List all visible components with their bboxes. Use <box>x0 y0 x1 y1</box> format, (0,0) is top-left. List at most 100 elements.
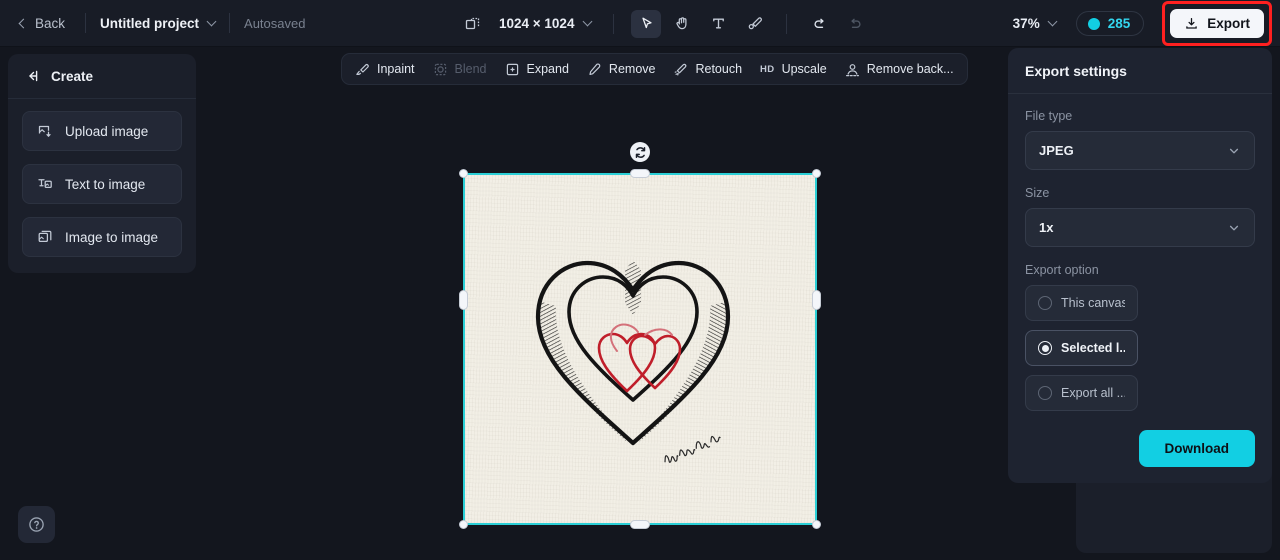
rotate-icon <box>635 146 645 158</box>
action-upscale[interactable]: HD Upscale <box>751 56 836 82</box>
credit-coin-icon <box>1087 17 1100 30</box>
zoom-dropdown[interactable]: 37% <box>1007 11 1062 36</box>
export-button[interactable]: Export <box>1170 9 1264 38</box>
export-option-this-canvas[interactable]: This canvas <box>1025 285 1138 321</box>
collapse-panel-icon <box>29 70 38 82</box>
download-row: Download <box>1025 430 1255 467</box>
size-value: 1x <box>1039 220 1054 235</box>
top-bar-right: 37% 285 Export <box>1007 0 1280 47</box>
project-name[interactable]: Untitled project <box>100 16 199 31</box>
action-label: Retouch <box>695 62 743 76</box>
upload-image-icon <box>38 125 51 137</box>
back-button[interactable]: Back <box>14 11 71 36</box>
resize-handle-top-left[interactable] <box>459 169 468 178</box>
export-option-selected-layer[interactable]: Selected l... <box>1025 330 1138 366</box>
text-tool[interactable] <box>703 10 733 38</box>
inpaint-icon <box>356 63 369 75</box>
export-option-export-all[interactable]: Export all ... <box>1025 375 1138 411</box>
export-settings-panel: Export settings File type JPEG Size 1x E… <box>1008 48 1272 483</box>
select-tool[interactable] <box>631 9 662 38</box>
size-label: Size <box>1025 186 1050 200</box>
export-option-label: Export option <box>1025 263 1099 277</box>
action-label: Inpaint <box>377 62 415 76</box>
resize-handle-top[interactable] <box>630 169 650 178</box>
resize-handle-bottom[interactable] <box>630 520 650 529</box>
credits-badge[interactable]: 285 <box>1075 11 1145 36</box>
file-type-select[interactable]: JPEG <box>1025 131 1255 170</box>
action-inpaint[interactable]: Inpaint <box>346 56 424 83</box>
canvas-size-dropdown[interactable]: 1024 × 1024 <box>491 11 599 36</box>
sidebar-item-label: Text to image <box>65 176 146 192</box>
action-remove-background[interactable]: Remove back... <box>836 56 963 83</box>
frame-icon[interactable] <box>458 10 488 38</box>
resize-handle-right[interactable] <box>812 290 821 310</box>
export-option-label-text: Export all ... <box>1061 386 1125 400</box>
sidebar-item-image-to-image[interactable]: Image to image <box>22 217 182 257</box>
blend-icon <box>434 63 446 75</box>
action-blend: Blend <box>424 56 496 83</box>
chevron-down-icon <box>1047 16 1058 27</box>
action-label: Expand <box>526 62 569 76</box>
size-select[interactable]: 1x <box>1025 208 1255 247</box>
selected-layer-frame[interactable] <box>463 173 817 525</box>
export-option-group: This canvas Selected l... Export all ... <box>1025 285 1255 411</box>
chevron-down-icon[interactable] <box>206 16 217 26</box>
action-label: Remove <box>608 62 656 76</box>
sidebar-item-upload-image[interactable]: Upload image <box>22 111 182 151</box>
rotate-handle[interactable] <box>630 142 650 162</box>
radio-icon-selected <box>1038 341 1052 355</box>
action-label: Upscale <box>781 62 827 76</box>
chevron-left-icon <box>18 18 29 28</box>
resize-handle-bottom-right[interactable] <box>812 520 821 529</box>
help-button[interactable] <box>18 506 55 543</box>
export-panel-body: File type JPEG Size 1x Export option Thi… <box>1008 94 1272 467</box>
export-label: Export <box>1207 16 1250 31</box>
hand-tool[interactable] <box>667 10 697 38</box>
download-button[interactable]: Download <box>1138 430 1255 467</box>
expand-icon <box>506 63 518 75</box>
export-option-label-text: Selected l... <box>1061 341 1125 355</box>
image-to-image-icon <box>38 230 52 243</box>
divider <box>85 13 87 33</box>
canvas-size-value: 1024 × 1024 <box>499 16 575 31</box>
action-expand[interactable]: Expand <box>496 56 578 83</box>
retouch-icon <box>675 63 687 76</box>
export-button-highlight: Export <box>1162 1 1272 46</box>
chevron-down-icon <box>1229 225 1239 230</box>
resize-handle-top-right[interactable] <box>812 169 821 178</box>
radio-icon <box>1038 386 1052 400</box>
undo-button[interactable] <box>804 10 834 38</box>
export-option-label-text: This canvas <box>1061 296 1125 310</box>
resize-handle-left[interactable] <box>459 290 468 310</box>
sidebar-item-label: Upload image <box>65 123 149 139</box>
create-sidebar: Create Upload image Text to image Image … <box>8 54 196 273</box>
zoom-level: 37% <box>1012 16 1040 31</box>
chevron-down-icon <box>583 16 593 27</box>
export-panel-title: Export settings <box>1025 63 1127 79</box>
top-bar-left: Back Untitled project Autosaved <box>0 11 305 36</box>
back-label: Back <box>35 15 66 31</box>
file-type-label: File type <box>1025 109 1073 123</box>
sidebar-title: Create <box>51 68 94 84</box>
autosaved-status: Autosaved <box>244 15 306 31</box>
divider <box>786 13 788 34</box>
action-label: Blend <box>454 62 487 76</box>
action-remove[interactable]: Remove <box>578 56 665 83</box>
top-bar-center: 1024 × 1024 <box>455 0 873 47</box>
hd-upscale-icon: HD <box>760 63 775 75</box>
sidebar-item-label: Image to image <box>65 229 159 245</box>
resize-handle-bottom-left[interactable] <box>459 520 468 529</box>
divider <box>613 13 615 34</box>
redo-button[interactable] <box>840 10 870 38</box>
help-question-icon <box>29 517 44 532</box>
image-editor-app: Back Untitled project Autosaved 1024 × 1… <box>0 0 1280 560</box>
action-retouch[interactable]: Retouch <box>664 56 751 83</box>
remove-icon <box>589 63 601 75</box>
divider <box>229 13 231 33</box>
artwork-image[interactable] <box>465 175 815 523</box>
brush-tool[interactable] <box>739 10 769 38</box>
sidebar-item-text-to-image[interactable]: Text to image <box>22 164 182 204</box>
file-type-value: JPEG <box>1039 143 1074 158</box>
text-to-image-icon <box>38 179 52 189</box>
sidebar-header[interactable]: Create <box>8 54 196 99</box>
